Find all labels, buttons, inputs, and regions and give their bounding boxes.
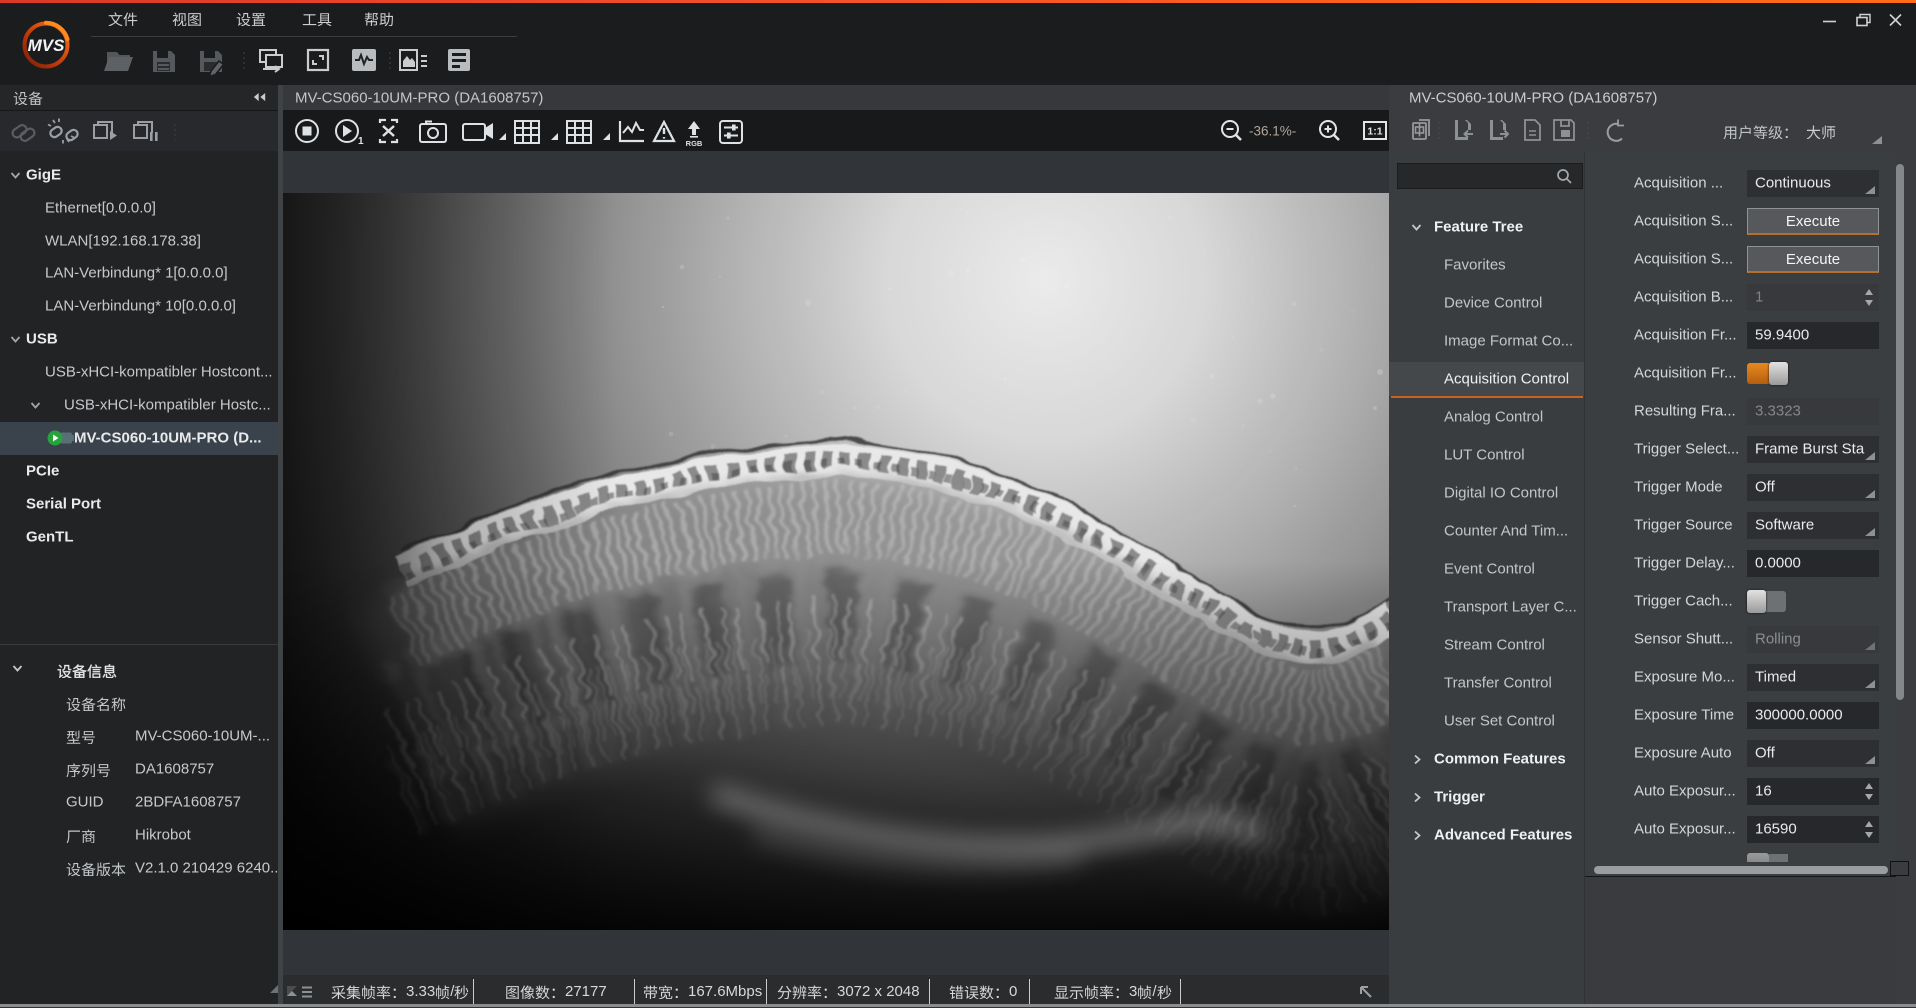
svg-text:1: 1 <box>358 136 364 147</box>
svg-text:MVS: MVS <box>28 36 66 55</box>
svg-text:1:1: 1:1 <box>1367 126 1382 138</box>
svg-text:RGB: RGB <box>686 139 703 148</box>
